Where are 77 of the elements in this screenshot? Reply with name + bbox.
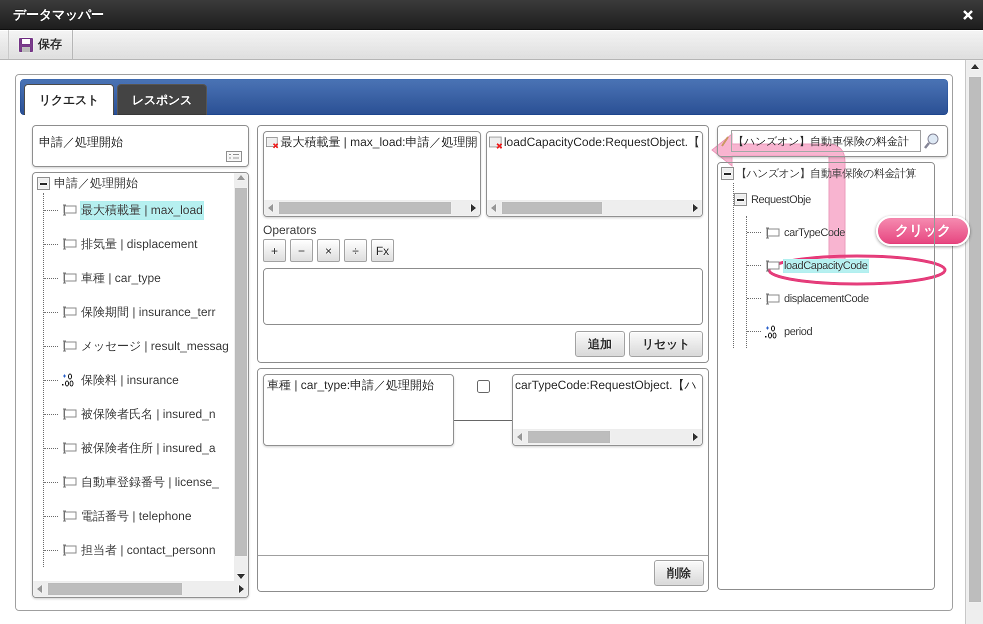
tree-item[interactable]: 車種 | car_type <box>80 268 162 288</box>
tree-item[interactable]: displacementCode <box>783 292 870 306</box>
field-icon <box>61 544 77 556</box>
broken-image-icon <box>488 134 503 150</box>
field-icon <box>61 340 77 352</box>
operator-button[interactable]: + <box>263 239 286 262</box>
search-field[interactable]: 【ハンズオン】自動車保険の料金計 <box>731 130 921 152</box>
field-icon <box>61 476 77 488</box>
scroll-right-arrow-icon[interactable] <box>693 433 698 441</box>
scroll-down-arrow-icon[interactable] <box>237 574 245 579</box>
tree-item[interactable]: メッセージ | result_messag <box>80 336 230 356</box>
tree-item[interactable]: 最大積載量 | max_load <box>80 200 204 220</box>
page-scrollbar[interactable] <box>965 60 983 624</box>
field-icon <box>764 292 780 304</box>
collapse-icon[interactable] <box>734 193 747 206</box>
tree-item[interactable]: 保険期間 | insurance_terr <box>80 302 216 322</box>
horizontal-scrollbar[interactable] <box>513 429 702 445</box>
delete-button[interactable]: 削除 <box>654 560 704 586</box>
horizontal-scrollbar[interactable] <box>264 200 480 216</box>
field-icon <box>764 260 780 272</box>
tree-item[interactable]: 【ハンズオン】自動車保険の料金計算 <box>735 164 918 182</box>
tree-item[interactable]: 被保険者住所 | insured_a <box>80 438 216 458</box>
scroll-right-arrow-icon[interactable] <box>239 585 244 593</box>
tree-item[interactable]: 担当者 | contact_personn <box>80 540 217 560</box>
source-title: 申請／処理開始 <box>39 135 123 149</box>
operator-button[interactable]: − <box>290 239 313 262</box>
tree-item[interactable]: RequestObje <box>750 192 812 206</box>
tree-item[interactable]: period <box>783 324 814 338</box>
collapse-icon[interactable] <box>721 166 734 180</box>
operator-button[interactable]: × <box>317 239 340 262</box>
tree-item[interactable]: 保険料 | insurance <box>80 370 180 390</box>
scroll-left-arrow-icon[interactable] <box>517 433 522 441</box>
mapping-source: 車種 | car_type:申請／処理開始 <box>267 378 434 392</box>
vertical-scrollbar[interactable] <box>234 173 248 581</box>
tab[interactable]: リクエスト <box>24 84 114 115</box>
field-icon <box>61 510 77 522</box>
tab[interactable]: レスポンス <box>117 84 207 115</box>
tree-item[interactable]: 自動車登録番号 | license_ <box>80 472 220 492</box>
operator-button[interactable]: Fx <box>371 239 394 262</box>
field-icon <box>61 204 77 216</box>
search-icon[interactable] <box>923 132 941 150</box>
scroll-left-arrow-icon[interactable] <box>37 585 42 593</box>
scroll-right-arrow-icon[interactable] <box>693 204 698 212</box>
tree-item[interactable]: 申請／処理開始 <box>53 174 139 192</box>
save-button[interactable]: 保存 <box>8 30 73 59</box>
add-button[interactable]: 追加 <box>575 331 625 357</box>
tree-item[interactable]: 排気量 | displacement <box>80 234 198 254</box>
window-title: データマッパー <box>13 6 104 24</box>
horizontal-scrollbar[interactable] <box>486 200 702 216</box>
field-icon <box>61 272 77 284</box>
horizontal-scrollbar[interactable] <box>33 581 248 597</box>
scroll-left-arrow-icon[interactable] <box>490 204 496 212</box>
expression-field[interactable] <box>263 268 703 325</box>
scroll-right-arrow-icon[interactable] <box>470 204 476 212</box>
tree-item[interactable]: loadCapacityCode <box>783 258 868 272</box>
tree-item[interactable]: 電話番号 | telephone <box>80 506 193 526</box>
target-field: loadCapacityCode:RequestObject.【 <box>504 134 700 151</box>
field-icon <box>61 238 77 250</box>
field-icon <box>61 306 77 318</box>
field-icon <box>764 226 780 238</box>
field-icon <box>61 442 77 454</box>
scroll-up-arrow-icon[interactable] <box>970 64 978 69</box>
operator-button[interactable]: ÷ <box>344 239 367 262</box>
field-icon <box>61 408 77 420</box>
tree-item[interactable]: 被保険者氏名 | insured_n <box>80 404 216 424</box>
tree-item[interactable]: carTypeCode <box>783 226 846 240</box>
mapping-target: carTypeCode:RequestObject.【ハ <box>515 377 696 394</box>
source-field: 最大積載量 | max_load:申請／処理開 <box>280 134 478 151</box>
list-icon[interactable] <box>226 151 242 162</box>
scroll-left-arrow-icon[interactable] <box>268 204 273 212</box>
collapse-icon[interactable] <box>37 176 50 190</box>
mapping-checkbox[interactable] <box>477 380 490 393</box>
close-icon[interactable] <box>963 10 973 20</box>
broken-image-icon <box>266 134 280 150</box>
reset-button[interactable]: リセット <box>629 331 703 357</box>
pencil-icon <box>721 135 729 147</box>
operators-label: Operators <box>263 223 318 237</box>
